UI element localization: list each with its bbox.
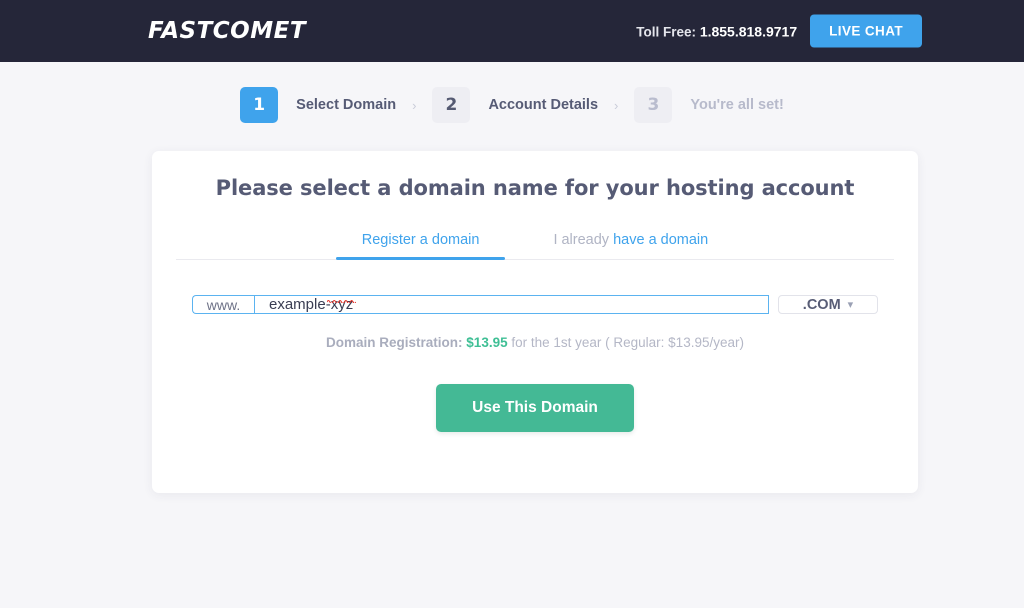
tab-2-link-text: have a domain [613,232,709,248]
price-label: Domain Registration: [326,335,463,350]
step-3-badge: 3 [634,87,673,123]
price-suffix: for the 1st year ( Regular: $13.95/year) [511,335,744,350]
domain-mode-tabs: Register a domain I already have a domai… [176,226,894,260]
step-2-badge: 2 [432,87,471,123]
step-separator-icon-2: › [614,97,619,113]
domain-input-wrapper [254,295,769,314]
domain-selection-card: Please select a domain name for your hos… [152,151,918,493]
use-this-domain-button[interactable]: Use This Domain [436,384,634,432]
cta-row: Use This Domain [152,384,918,432]
tab-2-prefix-text: I already [553,232,610,248]
site-header: FASTCOMET Toll Free: 1.855.818.9717 LIVE… [0,0,1024,62]
tab-i-already-have-a-domain[interactable]: I already have a domain [527,226,734,259]
fastcomet-logo[interactable]: FASTCOMET [148,18,306,44]
live-chat-button[interactable]: LIVE CHAT [810,14,922,48]
step-2-label: Account Details [488,97,599,113]
toll-free-number[interactable]: 1.855.818.9717 [700,23,797,39]
domain-search-row: www. .COM ▾ [152,295,918,314]
toll-free-info: Toll Free: 1.855.818.9717 [636,23,797,39]
tld-dropdown[interactable]: .COM ▾ [778,295,878,314]
toll-free-label: Toll Free: [636,24,697,39]
domain-name-input[interactable] [254,295,769,314]
price-amount: $13.95 [466,335,508,350]
tab-register-a-domain[interactable]: Register a domain [335,226,506,260]
step-all-set: 3 You're all set! [634,87,784,123]
step-3-label: You're all set! [690,97,784,113]
header-right-group: Toll Free: 1.855.818.9717 LIVE CHAT [636,14,922,48]
checkout-step-indicator: 1 Select Domain › 2 Account Details › 3 … [0,87,1024,123]
step-account-details[interactable]: 2 Account Details [432,87,598,123]
step-select-domain[interactable]: 1 Select Domain [240,87,396,123]
step-1-label: Select Domain [296,97,397,113]
domain-price-note: Domain Registration: $13.95 for the 1st … [152,335,918,350]
step-separator-icon-1: › [412,97,417,113]
chevron-down-icon: ▾ [847,299,854,311]
www-prefix-label: www. [192,295,254,314]
page-title: Please select a domain name for your hos… [215,176,855,200]
domain-input-group: www. .COM ▾ [192,295,878,314]
tld-selected-value: .COM [802,296,841,313]
step-1-badge: 1 [240,87,279,123]
